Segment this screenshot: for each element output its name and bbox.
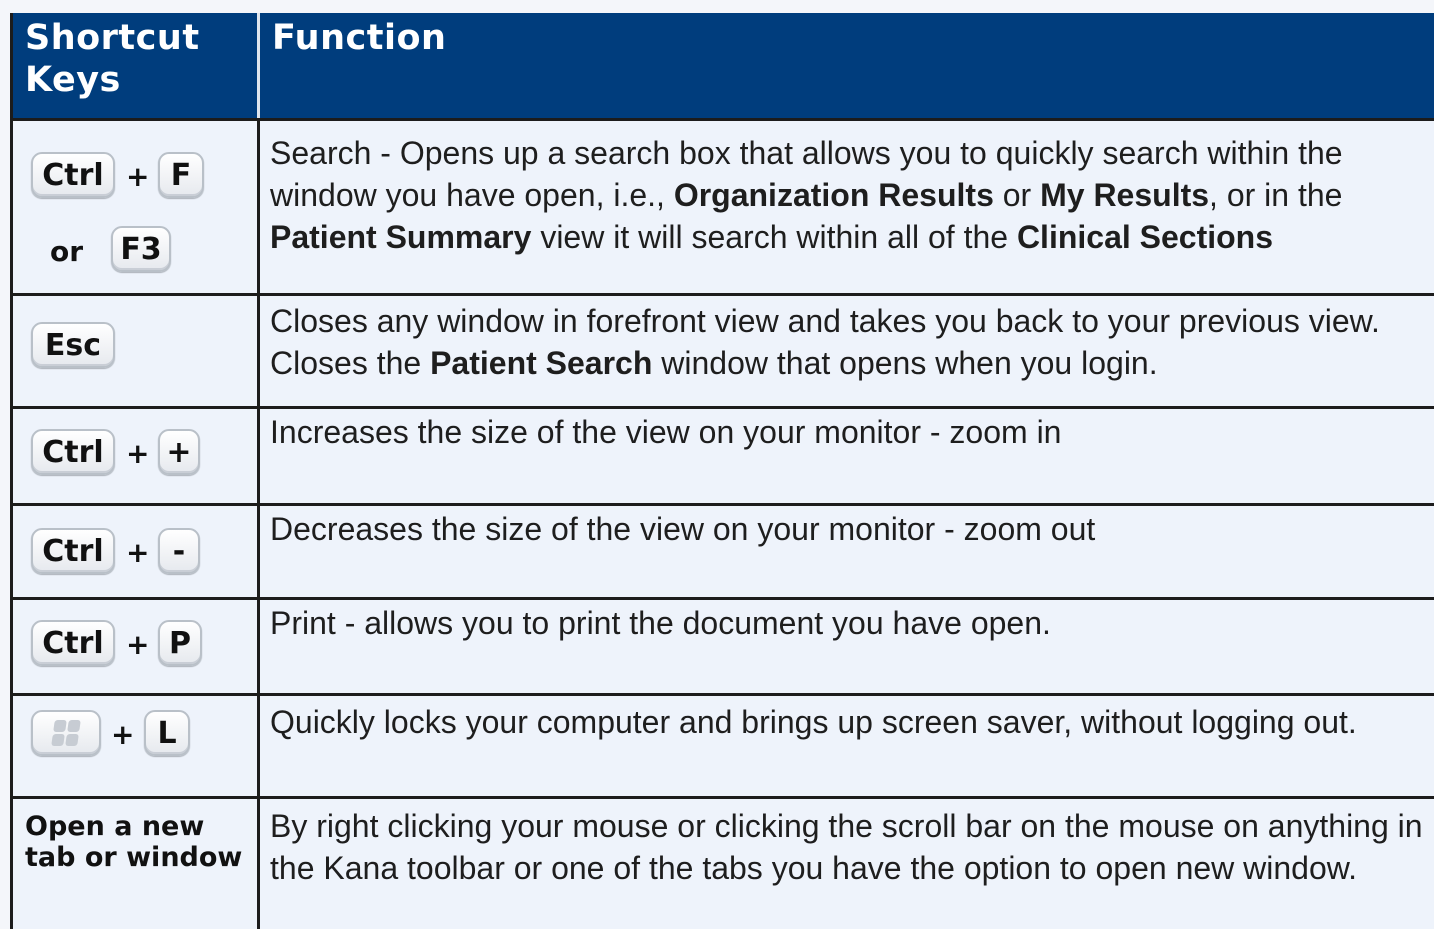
ctrl-key: Ctrl bbox=[31, 620, 115, 666]
plus-sign: + bbox=[126, 536, 150, 569]
function-description: Quickly locks your computer and brings u… bbox=[270, 704, 1357, 740]
keys-cell: Ctrl + + bbox=[13, 409, 260, 503]
minus-key: - bbox=[158, 528, 200, 574]
or-label: or bbox=[50, 235, 84, 268]
text-segment: , or in the bbox=[1209, 177, 1343, 213]
keys-cell: + L bbox=[13, 696, 260, 796]
function-cell: Closes any window in forefront view and … bbox=[260, 296, 1434, 406]
ctrl-key: Ctrl bbox=[31, 429, 115, 475]
function-description: Decreases the size of the view on your m… bbox=[270, 511, 1096, 547]
windows-logo-icon bbox=[51, 720, 81, 746]
esc-key: Esc bbox=[31, 322, 115, 368]
header-function: Function bbox=[272, 18, 447, 58]
function-description: Search - Opens up a search box that allo… bbox=[270, 121, 1434, 258]
l-key: L bbox=[144, 710, 190, 756]
ctrl-key: Ctrl bbox=[31, 152, 115, 198]
bold-patient-search: Patient Search bbox=[430, 345, 653, 381]
table-row: Ctrl + + Increases the size of the view … bbox=[13, 409, 1434, 506]
plus-sign: + bbox=[111, 718, 135, 751]
plus-sign: + bbox=[126, 437, 150, 470]
table-row: Ctrl + P Print - allows you to print the… bbox=[13, 600, 1434, 696]
keys-cell: Ctrl + P bbox=[13, 600, 260, 693]
plus-sign: + bbox=[126, 160, 150, 193]
f-key: F bbox=[158, 152, 204, 198]
table-header: Shortcut Keys Function bbox=[13, 13, 1434, 121]
shortcut-keys-table: Shortcut Keys Function Ctrl + F or F3 Se… bbox=[10, 13, 1434, 929]
function-cell: Quickly locks your computer and brings u… bbox=[260, 696, 1434, 796]
text-segment: or bbox=[993, 177, 1041, 213]
bold-clinical-sections: Clinical Sections bbox=[1016, 219, 1274, 255]
keys-cell: Ctrl + F or F3 bbox=[13, 121, 260, 293]
function-description: Increases the size of the view on your m… bbox=[270, 414, 1062, 450]
ctrl-key: Ctrl bbox=[31, 528, 115, 574]
windows-key bbox=[31, 710, 101, 756]
function-description: By right clicking your mouse or clicking… bbox=[270, 808, 1423, 886]
function-cell: Increases the size of the view on your m… bbox=[260, 409, 1434, 503]
function-cell: Decreases the size of the view on your m… bbox=[260, 506, 1434, 597]
table-row: Open a new tab or window By right clicki… bbox=[13, 799, 1434, 929]
keys-cell: Open a new tab or window bbox=[13, 799, 260, 929]
p-key: P bbox=[158, 620, 202, 666]
bold-organization-results: Organization Results bbox=[673, 177, 994, 213]
table-row: + L Quickly locks your computer and brin… bbox=[13, 696, 1434, 799]
plus-key: + bbox=[158, 429, 200, 475]
text-segment: window that opens when you login. bbox=[652, 345, 1158, 381]
function-cell: Search - Opens up a search box that allo… bbox=[260, 121, 1434, 293]
function-description: Print - allows you to print the document… bbox=[270, 605, 1051, 641]
header-shortcut-keys: Shortcut Keys bbox=[25, 18, 200, 100]
function-cell: By right clicking your mouse or clicking… bbox=[260, 799, 1434, 929]
bold-my-results: My Results bbox=[1040, 177, 1210, 213]
table-row: Ctrl + F or F3 Search - Opens up a searc… bbox=[13, 121, 1434, 296]
table-row: Ctrl + - Decreases the size of the view … bbox=[13, 506, 1434, 600]
text-segment: view it will search within all of the bbox=[531, 219, 1017, 255]
keys-cell: Esc bbox=[13, 296, 260, 406]
f3-key: F3 bbox=[111, 226, 171, 272]
bold-patient-summary: Patient Summary bbox=[270, 219, 532, 255]
header-keys-cell: Shortcut Keys bbox=[13, 13, 260, 118]
open-new-tab-label: Open a new tab or window bbox=[25, 811, 243, 873]
function-cell: Print - allows you to print the document… bbox=[260, 600, 1434, 693]
keys-cell: Ctrl + - bbox=[13, 506, 260, 597]
header-function-cell: Function bbox=[260, 13, 1434, 118]
plus-sign: + bbox=[126, 628, 150, 661]
table-row: Esc Closes any window in forefront view … bbox=[13, 296, 1434, 409]
function-description: Closes any window in forefront view and … bbox=[270, 296, 1434, 384]
